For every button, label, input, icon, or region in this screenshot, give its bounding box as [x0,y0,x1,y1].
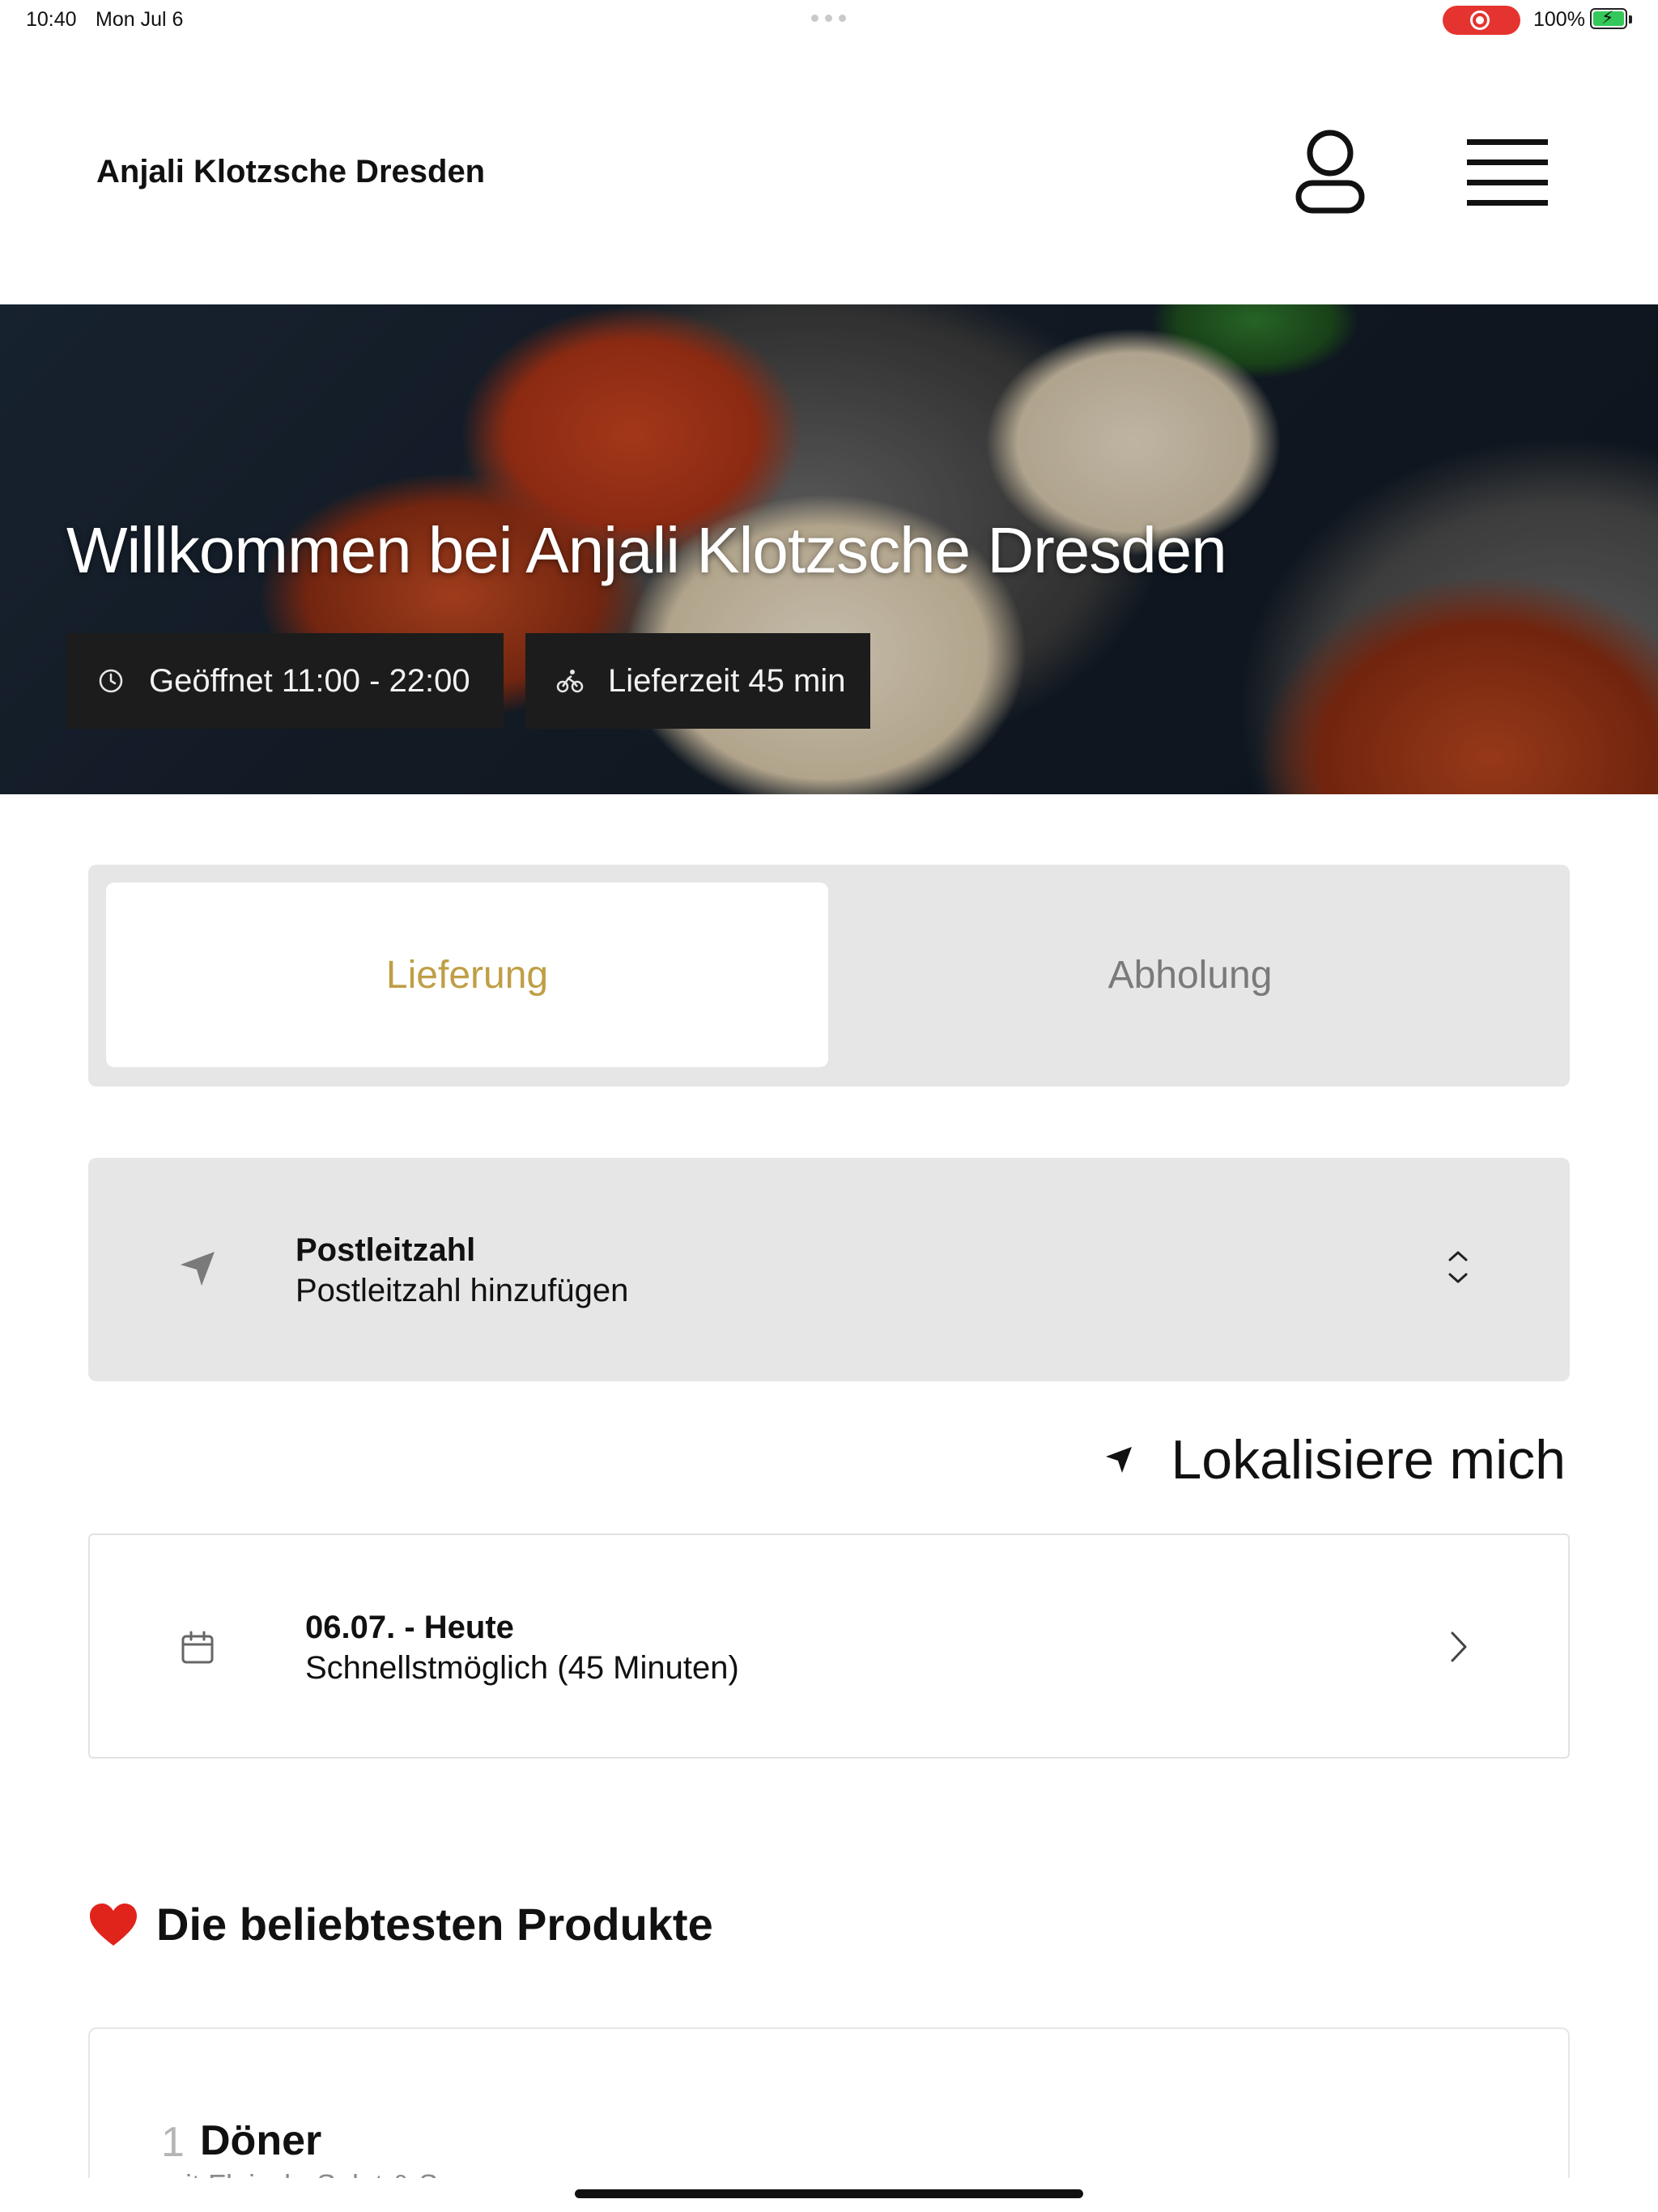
multitasking-dots-icon[interactable] [811,15,846,22]
opening-hours-badge: Geöffnet 11:00 - 22:00 [66,633,504,729]
brand-name[interactable]: Anjali Klotzsche Dresden [96,154,485,190]
status-date: Mon Jul 6 [96,8,184,31]
battery-percentage: 100% [1533,8,1585,31]
status-bar: 10:40 Mon Jul 6 100% ⚡ [0,0,1658,40]
zip-code-label: Postleitzahl [295,1232,476,1268]
delivery-date-title: 06.07. - Heute [305,1610,514,1645]
chevron-updown-icon [1448,1251,1468,1283]
zip-code-selector[interactable]: Postleitzahl Postleitzahl hinzufügen [88,1158,1570,1381]
home-indicator[interactable] [575,2189,1083,2198]
hero-title: Willkommen bei Anjali Klotzsche Dresden [66,514,1227,586]
site-header: Anjali Klotzsche Dresden [0,40,1658,304]
hero-banner: Willkommen bei Anjali Klotzsche Dresden … [0,304,1658,794]
battery-icon: ⚡ [1590,7,1632,29]
location-arrow-icon [1106,1447,1133,1473]
delivery-date-selector[interactable]: 06.07. - Heute Schnellstmöglich (45 Minu… [88,1534,1570,1759]
tab-lieferung[interactable]: Lieferung [106,883,828,1067]
screen-recording-icon[interactable] [1443,6,1520,35]
order-mode-toggle: Lieferung Abholung [88,865,1570,1087]
popular-products-heading: Die beliebtesten Produkte [88,1898,713,1950]
product-rank: 1 [161,2119,185,2166]
page: 10:40 Mon Jul 6 100% ⚡ Anjali Klotzsche … [0,0,1658,2212]
chevron-right-icon [1451,1631,1467,1662]
popular-products-title: Die beliebtesten Produkte [156,1899,713,1950]
zip-code-placeholder: Postleitzahl hinzufügen [295,1273,629,1308]
delivery-date-subtitle: Schnellstmöglich (45 Minuten) [305,1650,739,1686]
delivery-time-badge: Lieferzeit 45 min [525,633,870,729]
heart-icon [90,1903,137,1946]
delivery-time-text: Lieferzeit 45 min [608,662,846,699]
opening-hours-text: Geöffnet 11:00 - 22:00 [149,662,470,699]
clock-icon [99,669,123,693]
bike-icon [556,670,584,693]
tab-abholung[interactable]: Abholung [828,883,1552,1067]
calendar-icon [181,1631,214,1664]
user-icon[interactable] [1294,126,1367,215]
locate-me-label: Lokalisiere mich [1171,1429,1566,1491]
locate-me-button[interactable]: Lokalisiere mich [1104,1428,1566,1491]
location-arrow-icon [181,1252,215,1286]
status-time: 10:40 [26,8,77,31]
menu-icon[interactable] [1467,138,1548,207]
product-name: Döner [200,2117,322,2164]
